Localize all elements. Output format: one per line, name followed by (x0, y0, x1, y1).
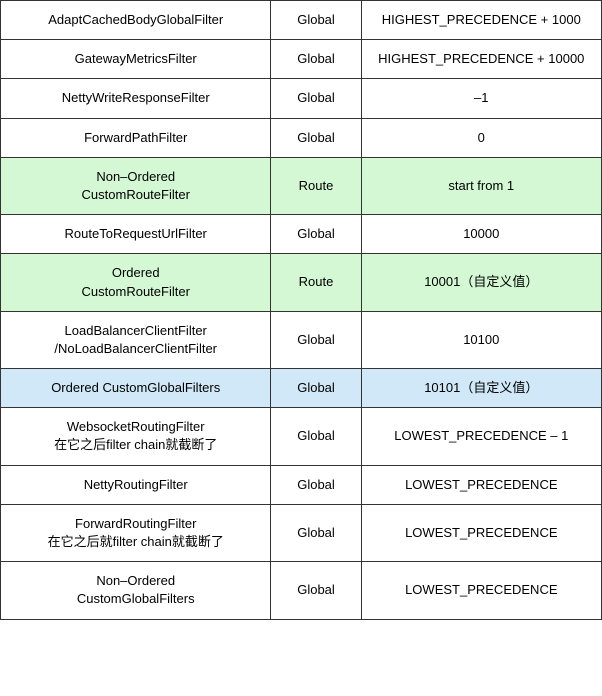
order-cell: –1 (361, 79, 601, 118)
scope-cell: Global (271, 369, 361, 408)
filter-cell: GatewayMetricsFilter (1, 40, 271, 79)
filter-cell: LoadBalancerClientFilter/NoLoadBalancerC… (1, 311, 271, 368)
filter-cell: AdaptCachedBodyGlobalFilter (1, 1, 271, 40)
table-row: AdaptCachedBodyGlobalFilterGlobalHIGHEST… (1, 1, 602, 40)
order-cell: 10100 (361, 311, 601, 368)
filter-cell: ForwardPathFilter (1, 118, 271, 157)
filter-cell: Non–OrderedCustomGlobalFilters (1, 562, 271, 619)
scope-cell: Route (271, 157, 361, 214)
table-row: ForwardRoutingFilter在它之后就filter chain就截断… (1, 504, 602, 561)
scope-cell: Global (271, 311, 361, 368)
order-cell: 10000 (361, 215, 601, 254)
order-cell: 0 (361, 118, 601, 157)
filter-cell: RouteToRequestUrlFilter (1, 215, 271, 254)
table-row: GatewayMetricsFilterGlobalHIGHEST_PRECED… (1, 40, 602, 79)
table-row: Ordered CustomGlobalFiltersGlobal10101（自… (1, 369, 602, 408)
table-row: LoadBalancerClientFilter/NoLoadBalancerC… (1, 311, 602, 368)
table-row: NettyRoutingFilterGlobalLOWEST_PRECEDENC… (1, 465, 602, 504)
table-row: Non–OrderedCustomGlobalFiltersGlobalLOWE… (1, 562, 602, 619)
filter-cell: Non–OrderedCustomRouteFilter (1, 157, 271, 214)
order-cell: LOWEST_PRECEDENCE (361, 504, 601, 561)
filter-cell: ForwardRoutingFilter在它之后就filter chain就截断… (1, 504, 271, 561)
order-cell: 10101（自定义值） (361, 369, 601, 408)
scope-cell: Global (271, 40, 361, 79)
table-row: OrderedCustomRouteFilterRoute10001（自定义值） (1, 254, 602, 311)
filter-table: AdaptCachedBodyGlobalFilterGlobalHIGHEST… (0, 0, 602, 620)
table-row: NettyWriteResponseFilterGlobal–1 (1, 79, 602, 118)
scope-cell: Global (271, 118, 361, 157)
order-cell: LOWEST_PRECEDENCE (361, 562, 601, 619)
scope-cell: Global (271, 562, 361, 619)
table-row: RouteToRequestUrlFilterGlobal10000 (1, 215, 602, 254)
scope-cell: Global (271, 215, 361, 254)
scope-cell: Global (271, 465, 361, 504)
table-row: Non–OrderedCustomRouteFilterRoutestart f… (1, 157, 602, 214)
table-row: ForwardPathFilterGlobal0 (1, 118, 602, 157)
filter-cell: NettyWriteResponseFilter (1, 79, 271, 118)
order-cell: LOWEST_PRECEDENCE – 1 (361, 408, 601, 465)
filter-cell: WebsocketRoutingFilter在它之后filter chain就截… (1, 408, 271, 465)
table-row: WebsocketRoutingFilter在它之后filter chain就截… (1, 408, 602, 465)
order-cell: 10001（自定义值） (361, 254, 601, 311)
scope-cell: Global (271, 79, 361, 118)
scope-cell: Global (271, 504, 361, 561)
filter-cell: OrderedCustomRouteFilter (1, 254, 271, 311)
filter-cell: NettyRoutingFilter (1, 465, 271, 504)
filter-cell: Ordered CustomGlobalFilters (1, 369, 271, 408)
scope-cell: Global (271, 1, 361, 40)
order-cell: HIGHEST_PRECEDENCE + 1000 (361, 1, 601, 40)
order-cell: HIGHEST_PRECEDENCE + 10000 (361, 40, 601, 79)
order-cell: start from 1 (361, 157, 601, 214)
order-cell: LOWEST_PRECEDENCE (361, 465, 601, 504)
scope-cell: Global (271, 408, 361, 465)
scope-cell: Route (271, 254, 361, 311)
